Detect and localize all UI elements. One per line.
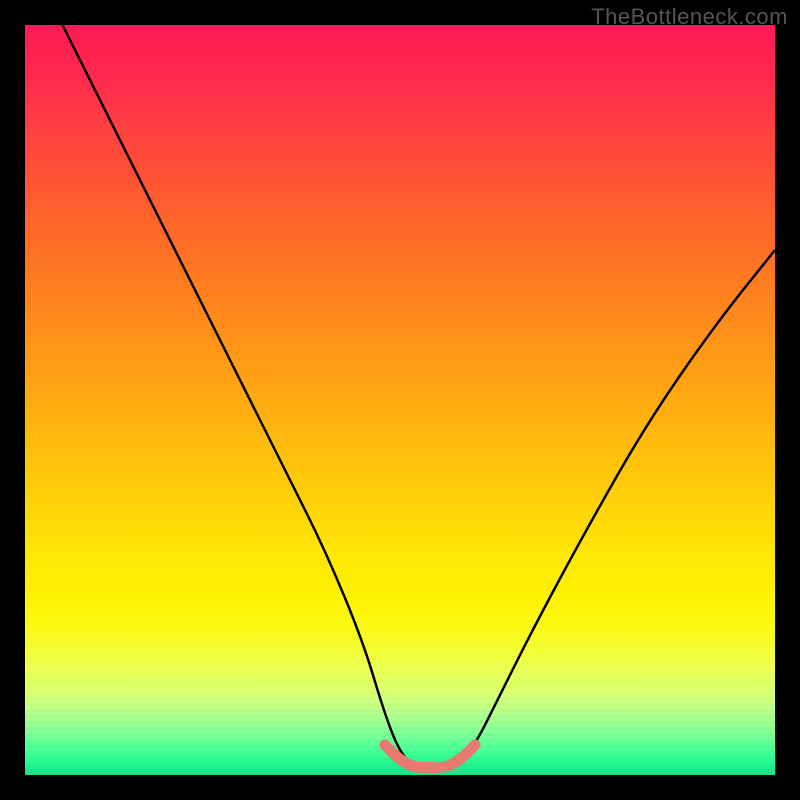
bottleneck-curve: [63, 25, 776, 768]
watermark-text: TheBottleneck.com: [591, 4, 788, 30]
chart-plot-area: [25, 25, 775, 775]
chart-svg: [25, 25, 775, 775]
